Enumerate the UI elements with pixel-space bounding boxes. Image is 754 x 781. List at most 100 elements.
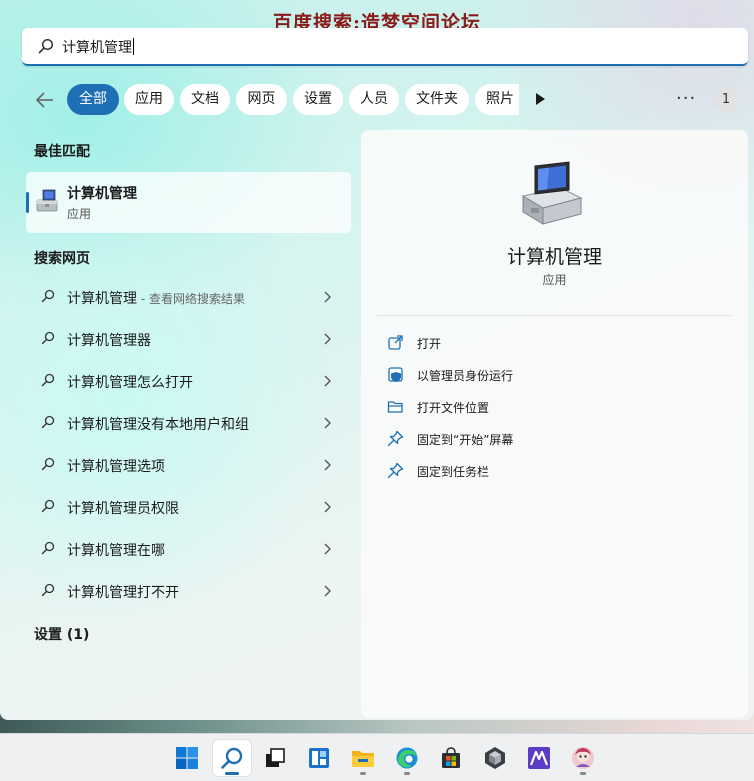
edge-browser-icon [396, 747, 418, 769]
back-arrow-icon[interactable] [34, 89, 56, 111]
search-icon [41, 289, 55, 303]
search-icon [41, 541, 55, 555]
action-pin-to-taskbar-label: 固定到任务栏 [417, 465, 490, 479]
action-pin-to-start-label: 固定到“开始”屏幕 [417, 433, 514, 447]
search-icon [41, 499, 55, 513]
search-icon [221, 747, 243, 769]
chevron-right-icon [324, 585, 331, 597]
web-result-item[interactable]: 计算机管理器 [26, 321, 351, 357]
web-search-heading: 搜索网页 [34, 251, 90, 267]
media-app-icon [528, 747, 550, 769]
chevron-right-icon [324, 501, 331, 513]
settings-heading[interactable]: 设置 (1) [34, 624, 89, 644]
chevron-right-icon [324, 291, 331, 303]
tab-folders[interactable]: 文件夹 [405, 84, 469, 115]
divider [377, 315, 731, 316]
action-run-as-admin[interactable]: 以管理员身份运行 [377, 360, 731, 390]
web-result-label: 计算机管理打不开 [67, 585, 179, 601]
tab-web[interactable]: 网页 [236, 84, 287, 115]
web-result-label: 计算机管理器 [67, 333, 151, 349]
best-match-item[interactable]: 计算机管理 应用 [26, 172, 351, 233]
search-icon [41, 373, 55, 387]
active-indicator [225, 772, 239, 775]
web-result-label: 计算机管理 [67, 291, 137, 307]
pin-icon [387, 462, 404, 479]
web-result-item[interactable]: 计算机管理选项 [26, 447, 351, 483]
web-result-item[interactable]: 计算机管理 - 查看网络搜索结果 [26, 279, 351, 315]
web-result-item[interactable]: 计算机管理怎么打开 [26, 363, 351, 399]
best-match-type: 应用 [67, 207, 92, 221]
more-options-button[interactable]: ··· [676, 88, 696, 109]
action-run-as-admin-label: 以管理员身份运行 [417, 369, 514, 383]
web-result-label: 计算机管理选项 [67, 459, 165, 475]
avatar-app-icon [572, 747, 594, 769]
scroll-right-icon[interactable] [534, 92, 546, 106]
preview-app-name: 计算机管理 [506, 246, 602, 268]
tab-settings[interactable]: 设置 [293, 84, 343, 115]
computer-management-icon [36, 189, 58, 212]
running-indicator [580, 772, 586, 775]
action-pin-to-taskbar[interactable]: 固定到任务栏 [377, 456, 731, 486]
taskbar-avatar-app-button[interactable] [564, 740, 602, 776]
best-match-name: 计算机管理 [67, 186, 137, 202]
search-input[interactable]: 计算机管理 [22, 28, 748, 66]
search-icon [41, 457, 55, 471]
search-icon [41, 331, 55, 345]
web-result-label: 计算机管理员权限 [67, 501, 179, 517]
taskbar [0, 733, 754, 781]
filter-bar: 全部 应用 文档 网页 设置 人员 文件夹 照片 ··· 1 [0, 84, 754, 116]
taskbar-file-explorer-button[interactable] [344, 740, 382, 776]
taskbar-task-view-button[interactable] [256, 740, 294, 776]
start-search-panel: 百度搜索:造梦空间论坛 计算机管理 全部 应用 文档 网页 设置 人员 文件夹 … [0, 0, 754, 720]
search-icon [41, 583, 55, 597]
search-icon [38, 38, 54, 54]
shield-admin-icon [388, 367, 403, 382]
file-explorer-icon [352, 751, 374, 767]
web-result-item[interactable]: 计算机管理没有本地用户和组 [26, 405, 351, 441]
taskbar-store-button[interactable] [432, 740, 470, 776]
cube-app-icon [485, 747, 505, 769]
windows-start-icon [176, 747, 198, 769]
search-icon [41, 415, 55, 429]
text-caret [133, 38, 134, 55]
task-view-icon [266, 748, 285, 767]
web-result-sublabel: - 查看网络搜索结果 [137, 292, 245, 306]
web-result-item[interactable]: 计算机管理在哪 [26, 531, 351, 567]
chevron-right-icon [324, 375, 331, 387]
web-result-item[interactable]: 计算机管理打不开 [26, 573, 351, 609]
pin-icon [387, 430, 404, 447]
action-open-label: 打开 [417, 337, 442, 351]
action-pin-to-start[interactable]: 固定到“开始”屏幕 [377, 424, 731, 454]
web-result-label: 计算机管理没有本地用户和组 [67, 417, 249, 433]
chevron-right-icon [324, 543, 331, 555]
taskbar-start-button[interactable] [168, 740, 206, 776]
best-match-heading: 最佳匹配 [34, 144, 90, 160]
store-icon [442, 747, 460, 768]
open-external-icon [388, 335, 403, 350]
preview-pane: 计算机管理 应用 打开 以管理员身份运行 打开文件位置 固定到“开始”屏幕 固定… [361, 130, 748, 718]
computer-management-icon [521, 161, 583, 225]
taskbar-edge-button[interactable] [388, 740, 426, 776]
account-badge[interactable]: 1 [714, 88, 738, 112]
action-open-file-location[interactable]: 打开文件位置 [377, 392, 731, 422]
taskbar-widgets-button[interactable] [300, 740, 338, 776]
preview-app-type: 应用 [542, 273, 567, 287]
taskbar-media-app-button[interactable] [520, 740, 558, 776]
taskbar-cube-app-button[interactable] [476, 740, 514, 776]
folder-open-icon [387, 401, 403, 413]
tab-people[interactable]: 人员 [349, 84, 399, 115]
widgets-icon [309, 748, 329, 768]
chevron-right-icon [324, 459, 331, 471]
tab-photos[interactable]: 照片 [475, 84, 519, 115]
web-result-item[interactable]: 计算机管理员权限 [26, 489, 351, 525]
web-result-label: 计算机管理怎么打开 [67, 375, 193, 391]
chevron-right-icon [324, 417, 331, 429]
action-open[interactable]: 打开 [377, 328, 731, 358]
tab-documents[interactable]: 文档 [180, 84, 230, 115]
running-indicator [404, 772, 410, 775]
tab-all[interactable]: 全部 [67, 84, 119, 115]
search-query-text: 计算机管理 [62, 40, 132, 56]
selection-indicator [26, 192, 29, 213]
tab-apps[interactable]: 应用 [124, 84, 174, 115]
taskbar-search-button[interactable] [213, 740, 251, 776]
